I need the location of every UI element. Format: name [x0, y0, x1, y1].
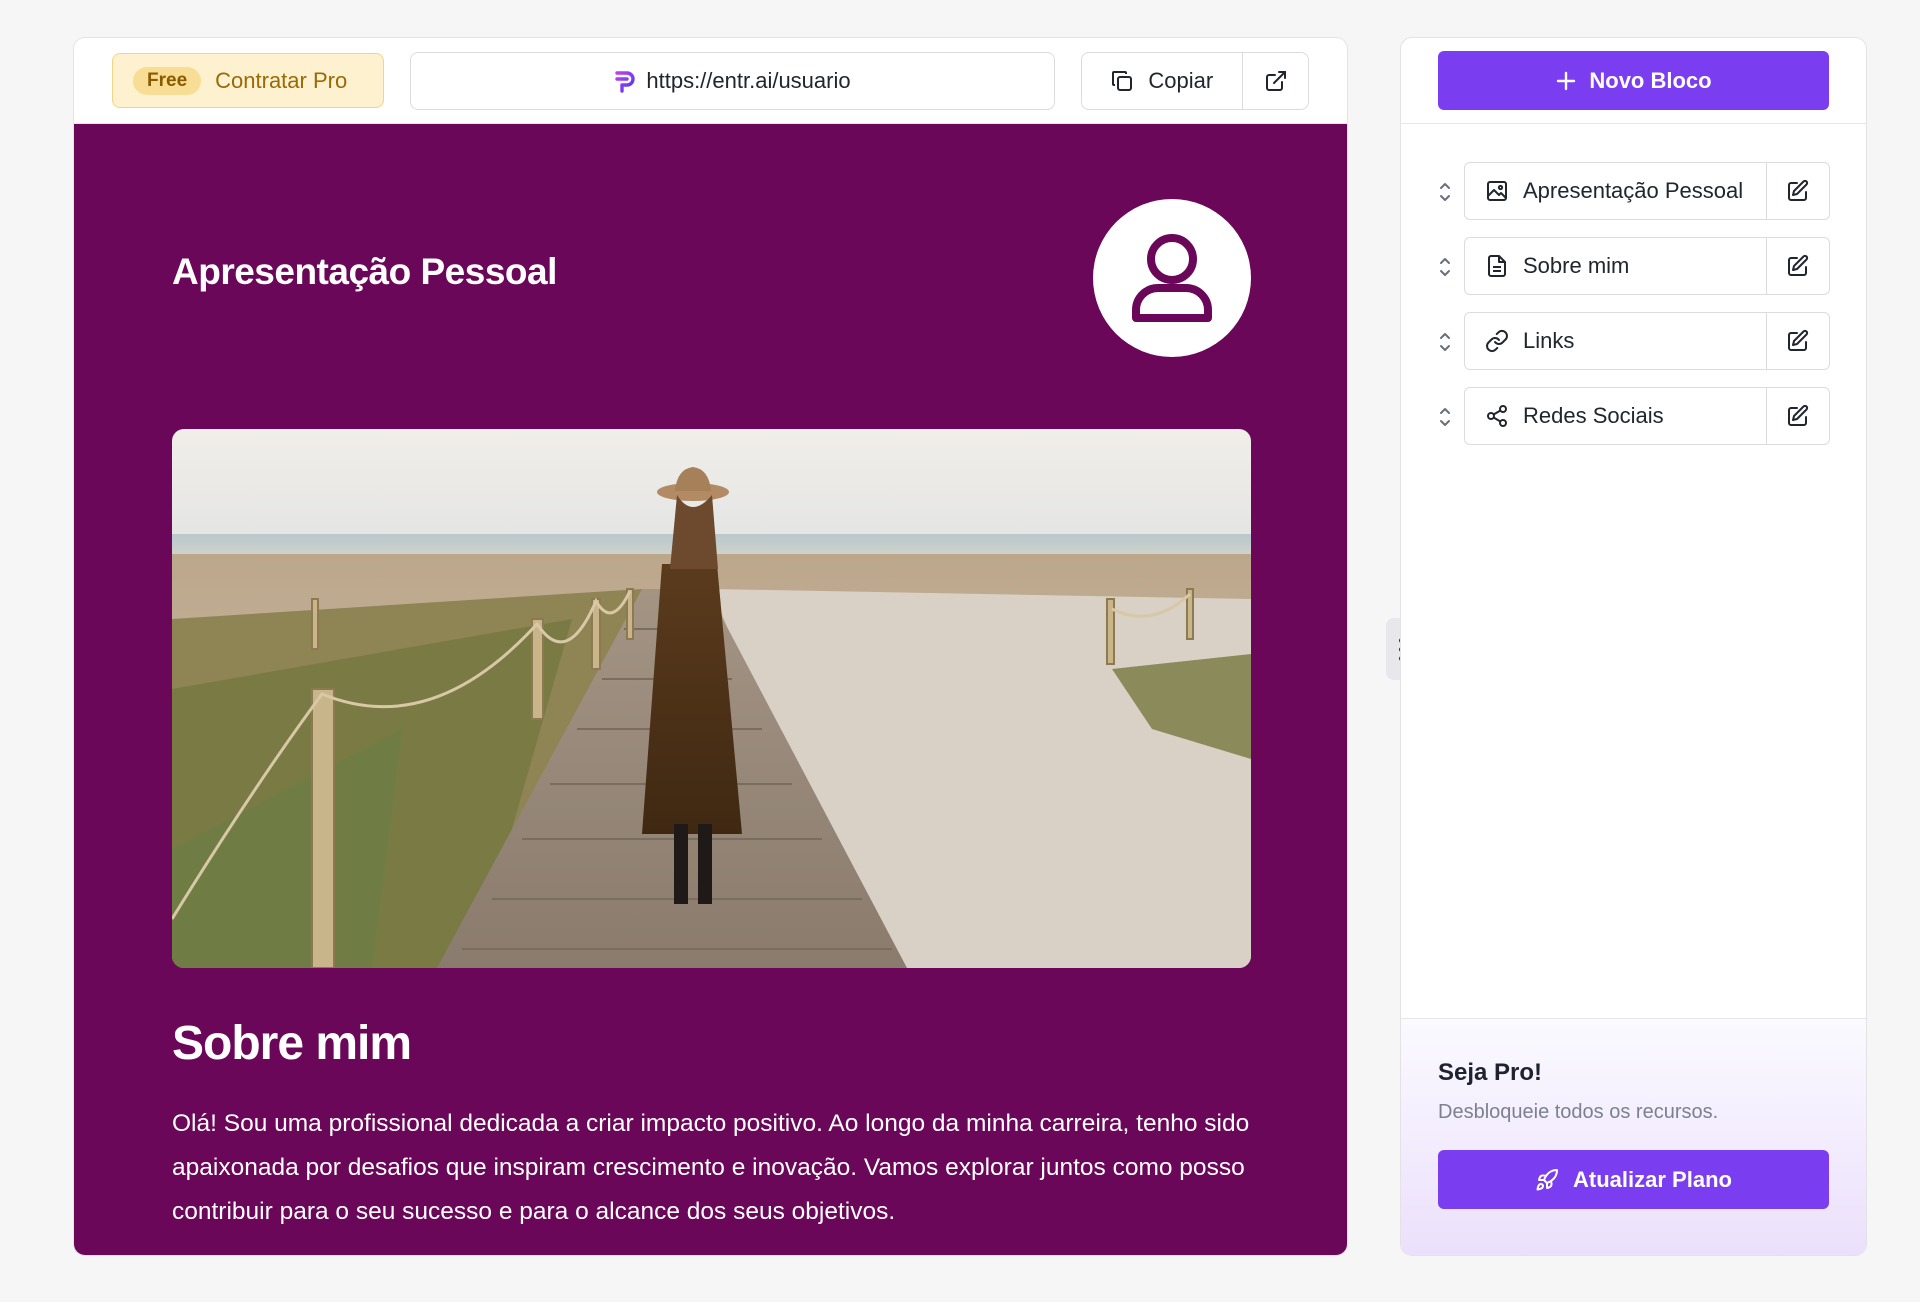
- new-block-label: Novo Bloco: [1589, 67, 1712, 93]
- image-icon: [1485, 179, 1509, 203]
- preview-toolbar: Free Contratar Pro https://entr.ai/usuar…: [74, 38, 1347, 124]
- preview-panel: Free Contratar Pro https://entr.ai/usuar…: [73, 37, 1348, 1256]
- contract-pro-label: Contratar Pro: [215, 67, 348, 93]
- block-item-redes-sociais: Redes Sociais: [1464, 387, 1830, 445]
- copy-group: Copiar: [1080, 51, 1309, 110]
- block-label: Links: [1523, 328, 1575, 353]
- drag-handle-icon[interactable]: [1437, 181, 1453, 203]
- rocket-icon: [1535, 1168, 1559, 1192]
- contract-pro-button[interactable]: Free Contratar Pro: [112, 53, 385, 108]
- entr-logo-icon: [614, 69, 636, 93]
- block-item-links: Links: [1464, 312, 1830, 370]
- hero-photo: [172, 429, 1251, 968]
- drag-handle-icon[interactable]: [1437, 256, 1453, 278]
- plus-icon: [1555, 70, 1577, 92]
- about-title: Sobre mim: [172, 1017, 412, 1070]
- document-icon: [1485, 254, 1509, 278]
- upgrade-card: Seja Pro! Desbloqueie todos os recursos.…: [1401, 1018, 1866, 1255]
- open-external-button[interactable]: [1242, 52, 1308, 109]
- block-item-sobre-mim: Sobre mim: [1464, 237, 1830, 295]
- new-block-button[interactable]: Novo Bloco: [1438, 51, 1829, 110]
- edit-icon: [1786, 254, 1810, 278]
- edit-block-button[interactable]: [1766, 163, 1829, 219]
- edit-block-button[interactable]: [1766, 313, 1829, 369]
- share-icon: [1485, 404, 1509, 428]
- edit-block-button[interactable]: [1766, 238, 1829, 294]
- drag-handle-icon[interactable]: [1437, 406, 1453, 428]
- copy-url-button[interactable]: Copiar: [1082, 53, 1242, 109]
- hero-title: Apresentação Pessoal: [172, 251, 557, 292]
- blocks-panel-header: Novo Bloco: [1401, 38, 1866, 124]
- block-item-apresentacao: Apresentação Pessoal: [1464, 162, 1830, 220]
- page-url-text: https://entr.ai/usuario: [646, 67, 851, 93]
- block-select-button[interactable]: Sobre mim: [1465, 238, 1766, 294]
- external-link-icon: [1264, 69, 1288, 93]
- copy-icon: [1110, 69, 1134, 93]
- free-plan-badge: Free: [133, 66, 202, 95]
- block-list: Apresentação Pessoal Sobre mim Links Red…: [1401, 124, 1866, 445]
- edit-icon: [1786, 329, 1810, 353]
- blocks-panel: Novo Bloco Apresentação Pessoal Sobre mi…: [1400, 37, 1867, 1256]
- profile-avatar[interactable]: [1093, 199, 1251, 357]
- upgrade-subtitle: Desbloqueie todos os recursos.: [1438, 1101, 1719, 1123]
- about-text: Olá! Sou uma profissional dedicada a cri…: [172, 1110, 1250, 1225]
- drag-handle-icon[interactable]: [1437, 331, 1453, 353]
- block-label: Apresentação Pessoal: [1523, 178, 1744, 203]
- block-row: Sobre mim: [1401, 237, 1866, 295]
- block-label: Sobre mim: [1523, 253, 1630, 278]
- edit-icon: [1786, 179, 1810, 203]
- block-label: Redes Sociais: [1523, 403, 1664, 428]
- upgrade-plan-button[interactable]: Atualizar Plano: [1438, 1150, 1829, 1209]
- block-select-button[interactable]: Apresentação Pessoal: [1465, 163, 1766, 219]
- edit-block-button[interactable]: [1766, 388, 1829, 444]
- user-icon: [1130, 232, 1214, 324]
- page-url-field[interactable]: https://entr.ai/usuario: [410, 51, 1055, 110]
- upgrade-title: Seja Pro!: [1438, 1059, 1543, 1086]
- page-preview-canvas: Apresentação Pessoal Sobre mim Olá! Sou …: [74, 124, 1347, 1255]
- block-row: Apresentação Pessoal: [1401, 162, 1866, 220]
- upgrade-label: Atualizar Plano: [1573, 1166, 1732, 1192]
- link-icon: [1485, 329, 1509, 353]
- edit-icon: [1786, 404, 1810, 428]
- block-select-button[interactable]: Links: [1465, 313, 1766, 369]
- block-row: Links: [1401, 312, 1866, 370]
- block-row: Redes Sociais: [1401, 387, 1866, 445]
- block-select-button[interactable]: Redes Sociais: [1465, 388, 1766, 444]
- copy-label: Copiar: [1148, 67, 1214, 93]
